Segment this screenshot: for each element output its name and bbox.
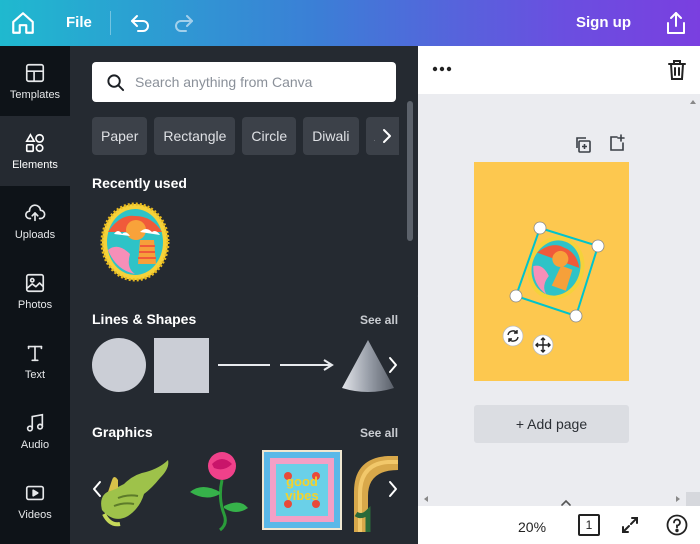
uploads-icon <box>25 203 46 221</box>
graphic-rose[interactable] <box>184 448 254 532</box>
graphic-shaka-hand[interactable] <box>94 454 172 532</box>
rail-item-text[interactable]: Text <box>0 326 70 396</box>
audio-icon <box>26 413 44 432</box>
rail-item-audio[interactable]: Audio <box>0 396 70 466</box>
editor-vertical-scrollbar[interactable] <box>686 94 700 504</box>
chips-next-button[interactable] <box>375 117 399 155</box>
zoom-level[interactable]: 20% <box>518 519 546 535</box>
search-box[interactable] <box>92 62 396 102</box>
elements-panel: Paper Rectangle Circle Diwali Ar Recentl… <box>70 46 418 544</box>
chip-rectangle[interactable]: Rectangle <box>154 117 236 155</box>
fullscreen-icon[interactable] <box>620 515 640 535</box>
recent-graphic-sunset[interactable] <box>100 202 170 282</box>
editor-toolbar <box>418 46 700 94</box>
rail-item-uploads[interactable]: Uploads <box>0 186 70 256</box>
move-handle-icon[interactable] <box>532 334 554 356</box>
add-page-button[interactable]: + Add page <box>474 405 629 443</box>
redo-icon[interactable] <box>172 11 196 35</box>
text-icon <box>27 345 43 361</box>
lines-shapes-see-all-link[interactable]: See all <box>360 313 398 327</box>
rail-item-videos[interactable]: Videos <box>0 466 70 536</box>
add-page-icon[interactable] <box>608 134 626 152</box>
templates-icon <box>25 63 45 82</box>
category-chips: Paper Rectangle Circle Diwali Ar <box>92 117 398 157</box>
arrow-line-shape[interactable] <box>278 338 334 394</box>
help-icon[interactable] <box>666 514 688 536</box>
rail-item-elements[interactable]: Elements <box>0 116 70 186</box>
graphics-see-all-link[interactable]: See all <box>360 426 398 440</box>
home-icon[interactable] <box>10 10 36 36</box>
design-editor: + Add page 20% 1 <box>418 46 700 544</box>
sign-up-button[interactable]: Sign up <box>576 14 631 31</box>
videos-icon <box>25 485 45 500</box>
selected-element-sunset[interactable] <box>498 216 618 336</box>
more-options-icon[interactable] <box>432 66 452 72</box>
rail-item-templates[interactable]: Templates <box>0 46 70 116</box>
graphic-good-vibes[interactable]: good vibes <box>262 450 342 530</box>
undo-icon[interactable] <box>128 11 152 35</box>
shapes-next-arrow[interactable] <box>384 352 402 378</box>
scroll-corner <box>686 492 700 506</box>
toolbar-divider <box>110 11 111 35</box>
good-vibes-text: good <box>286 474 318 489</box>
panel-scrollbar[interactable] <box>407 101 413 241</box>
page-count: 1 <box>585 518 593 532</box>
graphics-next-arrow[interactable] <box>384 476 402 502</box>
rail-label-videos: Videos <box>18 508 52 521</box>
pages-button[interactable]: 1 <box>578 514 600 536</box>
duplicate-page-icon[interactable] <box>574 136 592 154</box>
editor-footer: 20% 1 <box>418 506 700 544</box>
top-bar: File Sign up <box>0 0 700 46</box>
line-shape[interactable] <box>216 338 272 394</box>
recently-used-title: Recently used <box>92 175 187 191</box>
design-page[interactable] <box>474 162 629 381</box>
trash-icon[interactable] <box>666 58 688 82</box>
search-icon <box>107 73 125 91</box>
file-menu-button[interactable]: File <box>66 14 92 31</box>
circle-shape[interactable] <box>92 338 148 394</box>
side-navigation: Templates Elements Uploads Photos Text A… <box>0 46 70 544</box>
graphics-title: Graphics <box>92 424 153 440</box>
editor-horizontal-scrollbar[interactable] <box>418 492 686 506</box>
graphics-prev-arrow[interactable] <box>90 476 104 502</box>
share-icon[interactable] <box>664 10 688 36</box>
rail-label-photos: Photos <box>17 298 53 311</box>
rail-label-elements: Elements <box>12 158 58 171</box>
chip-paper[interactable]: Paper <box>92 117 148 155</box>
chip-diwali[interactable]: Diwali <box>303 117 359 155</box>
square-shape[interactable] <box>154 338 210 394</box>
rail-label-uploads: Uploads <box>14 228 56 241</box>
rotate-handle-icon[interactable] <box>502 325 524 347</box>
chip-circle[interactable]: Circle <box>242 117 297 155</box>
rail-label-audio: Audio <box>20 438 50 451</box>
search-input[interactable] <box>135 74 385 90</box>
rail-label-text: Text <box>24 368 46 381</box>
elements-icon <box>25 132 45 152</box>
chevron-right-icon <box>383 129 391 143</box>
good-vibes-text-2: vibes <box>285 488 318 503</box>
photos-icon <box>25 273 45 292</box>
rail-item-photos[interactable]: Photos <box>0 256 70 326</box>
lines-shapes-title: Lines & Shapes <box>92 311 197 327</box>
rail-label-templates: Templates <box>9 88 61 101</box>
